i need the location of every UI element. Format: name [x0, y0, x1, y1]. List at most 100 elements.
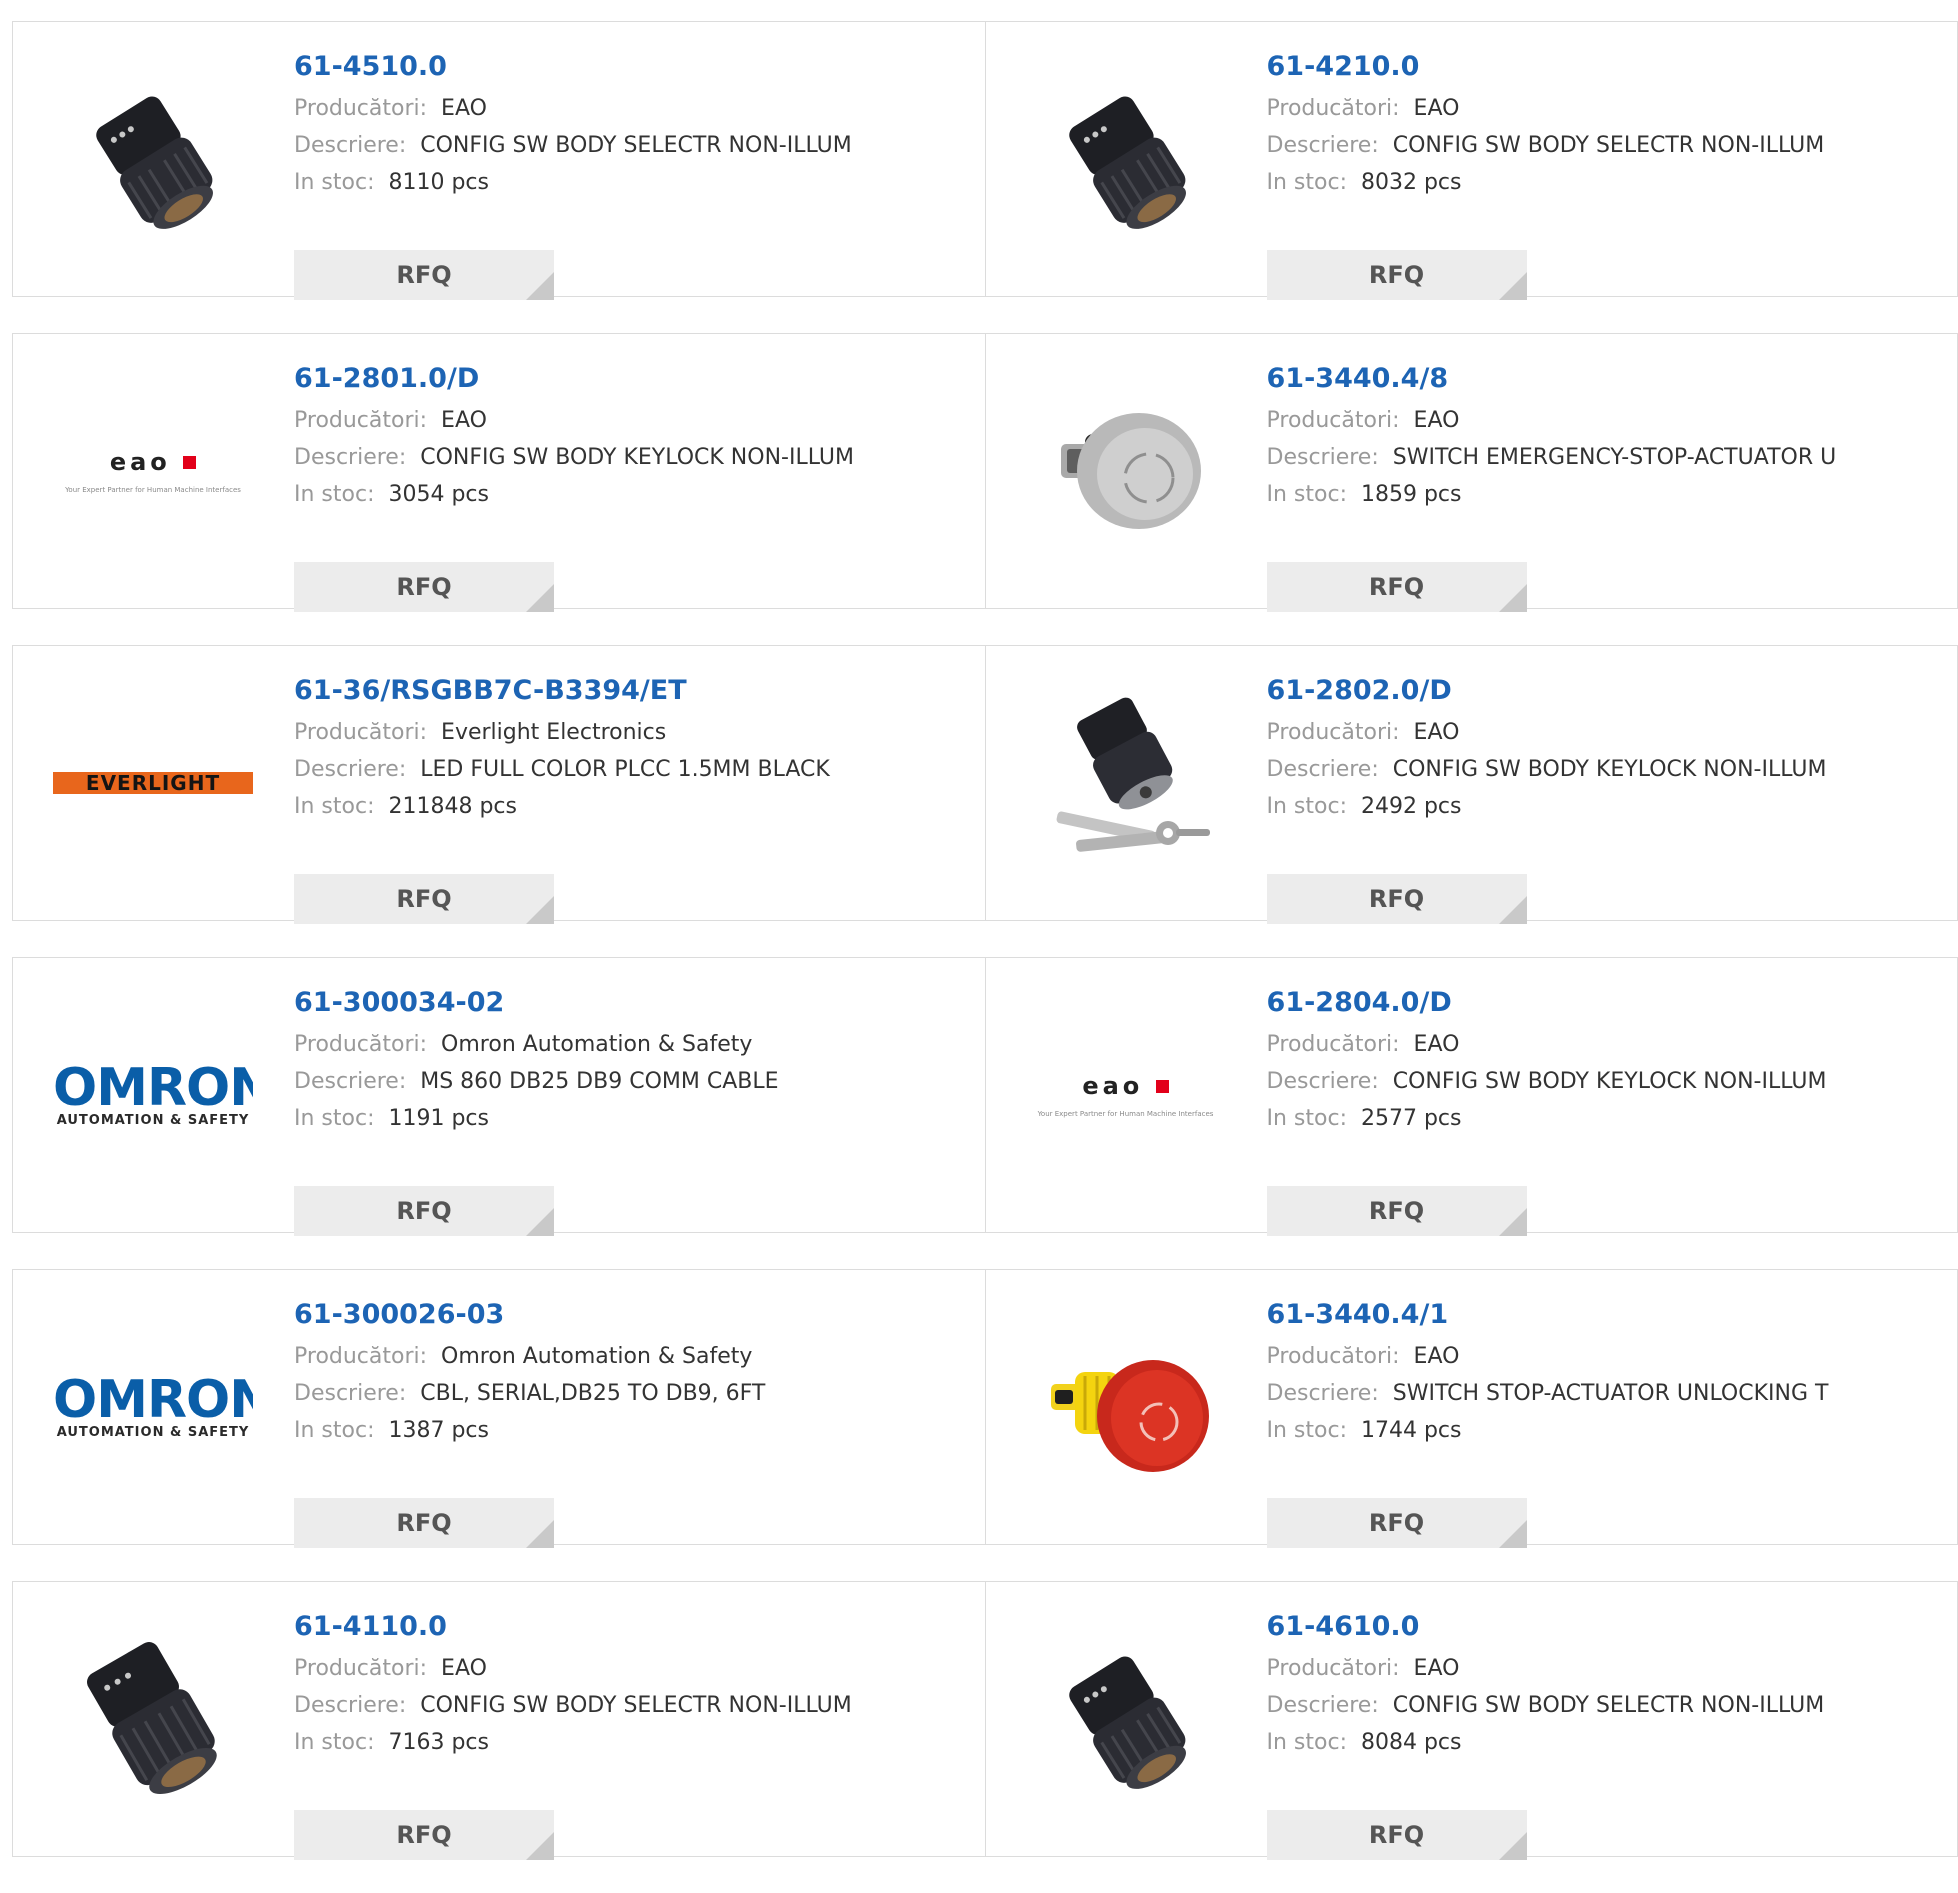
description-label: Descriere:	[294, 757, 406, 782]
description-row: Descriere:CONFIG SW BODY KEYLOCK NON-ILL…	[1267, 751, 1947, 788]
product-image[interactable]: OMRON AUTOMATION & SAFETY	[53, 995, 253, 1195]
product-image[interactable]	[1026, 683, 1226, 883]
product-image[interactable]	[53, 59, 253, 259]
omron-logo-word: OMRON	[53, 1375, 253, 1425]
rfq-corner-decoration	[1499, 272, 1527, 300]
description-value: CONFIG SW BODY SELECTR NON-ILLUM	[420, 133, 851, 158]
product-info: 61-2804.0/D Producători:EAO Descriere:CO…	[1267, 986, 1947, 1137]
description-value: CONFIG SW BODY KEYLOCK NON-ILLUM	[1393, 1069, 1827, 1094]
part-number-link[interactable]: 61-2802.0/D	[1267, 674, 1947, 714]
rfq-button[interactable]: RFQ	[1267, 1810, 1527, 1860]
part-number-link[interactable]: 61-300026-03	[294, 1298, 974, 1338]
omron-logo: OMRON AUTOMATION & SAFETY	[53, 1375, 253, 1440]
rfq-corner-decoration	[526, 1832, 554, 1860]
product-image[interactable]	[1026, 371, 1226, 571]
rfq-button[interactable]: RFQ	[294, 1810, 554, 1860]
product-info: 61-36/RSGBB7C-B3394/ET Producători:Everl…	[294, 674, 974, 825]
product-image[interactable]	[1026, 1307, 1226, 1507]
description-label: Descriere:	[294, 133, 406, 158]
product-info: 61-3440.4/1 Producători:EAO Descriere:SW…	[1267, 1298, 1947, 1449]
description-value: CONFIG SW BODY SELECTR NON-ILLUM	[1393, 133, 1824, 158]
rfq-corner-decoration	[526, 896, 554, 924]
part-number-link[interactable]: 61-36/RSGBB7C-B3394/ET	[294, 674, 974, 714]
product-info: 61-3440.4/8 Producători:EAO Descriere:SW…	[1267, 362, 1947, 513]
rfq-button[interactable]: RFQ	[1267, 1186, 1527, 1236]
stock-row: In stoc:8110 pcs	[294, 164, 974, 201]
part-number-link[interactable]: 61-4210.0	[1267, 50, 1947, 90]
stock-row: In stoc:211848 pcs	[294, 788, 974, 825]
stock-row: In stoc:1387 pcs	[294, 1412, 974, 1449]
rfq-button[interactable]: RFQ	[294, 1498, 554, 1548]
product-image[interactable]: eao Your Expert Partner for Human Machin…	[53, 371, 253, 571]
omron-logo-subtitle: AUTOMATION & SAFETY	[53, 1425, 253, 1440]
stock-row: In stoc:2577 pcs	[1267, 1100, 1947, 1137]
part-number-link[interactable]: 61-3440.4/8	[1267, 362, 1947, 402]
rfq-button[interactable]: RFQ	[1267, 874, 1527, 924]
rfq-corner-decoration	[526, 1520, 554, 1548]
manufacturer-value: EAO	[1414, 1032, 1460, 1057]
rfq-label: RFQ	[1267, 1810, 1527, 1860]
red-stop-actuator-photo	[1041, 1322, 1211, 1492]
rfq-button[interactable]: RFQ	[1267, 1498, 1527, 1548]
part-number-link[interactable]: 61-3440.4/1	[1267, 1298, 1947, 1338]
description-label: Descriere:	[1267, 1693, 1379, 1718]
product-image[interactable]	[1026, 1619, 1226, 1819]
eao-logo-square	[1156, 1080, 1169, 1093]
manufacturer-label: Producători:	[1267, 720, 1400, 745]
stock-label: In stoc:	[294, 1106, 374, 1131]
product-image[interactable]	[53, 1619, 253, 1819]
product-info: 61-300034-02 Producători:Omron Automatio…	[294, 986, 974, 1137]
eao-logo-word: eao	[1082, 1072, 1143, 1100]
description-value: SWITCH EMERGENCY-STOP-ACTUATOR U	[1393, 445, 1836, 470]
rfq-button[interactable]: RFQ	[294, 874, 554, 924]
everlight-logo: EVERLIGHT	[53, 772, 253, 794]
product-image[interactable]: OMRON AUTOMATION & SAFETY	[53, 1307, 253, 1507]
rfq-button[interactable]: RFQ	[294, 562, 554, 612]
product-info: 61-4210.0 Producători:EAO Descriere:CONF…	[1267, 50, 1947, 201]
product-image[interactable]: EVERLIGHT	[53, 683, 253, 883]
part-number-link[interactable]: 61-2804.0/D	[1267, 986, 1947, 1026]
product-image[interactable]	[1026, 59, 1226, 259]
description-value: CONFIG SW BODY KEYLOCK NON-ILLUM	[420, 445, 854, 470]
product-image[interactable]: eao Your Expert Partner for Human Machin…	[1026, 995, 1226, 1195]
rfq-label: RFQ	[1267, 1186, 1527, 1236]
description-value: CONFIG SW BODY SELECTR NON-ILLUM	[420, 1693, 851, 1718]
rfq-label: RFQ	[294, 1186, 554, 1236]
stock-value: 1859 pcs	[1361, 482, 1462, 507]
stock-value: 1387 pcs	[388, 1418, 489, 1443]
part-number-link[interactable]: 61-300034-02	[294, 986, 974, 1026]
rfq-corner-decoration	[1499, 896, 1527, 924]
product-card: 61-4510.0 Producători:EAO Descriere:CONF…	[12, 21, 986, 297]
description-label: Descriere:	[294, 1693, 406, 1718]
rfq-button[interactable]: RFQ	[1267, 562, 1527, 612]
stock-row: In stoc:8084 pcs	[1267, 1724, 1947, 1761]
description-row: Descriere:CONFIG SW BODY KEYLOCK NON-ILL…	[1267, 1063, 1947, 1100]
description-label: Descriere:	[1267, 757, 1379, 782]
part-number-link[interactable]: 61-2801.0/D	[294, 362, 974, 402]
rfq-button[interactable]: RFQ	[294, 1186, 554, 1236]
eao-logo-tagline: Your Expert Partner for Human Machine In…	[1026, 1110, 1226, 1118]
stock-label: In stoc:	[294, 1730, 374, 1755]
part-number-link[interactable]: 61-4610.0	[1267, 1610, 1947, 1650]
rfq-button[interactable]: RFQ	[1267, 250, 1527, 300]
rfq-button[interactable]: RFQ	[294, 250, 554, 300]
part-number-link[interactable]: 61-4110.0	[294, 1610, 974, 1650]
product-card: OMRON AUTOMATION & SAFETY 61-300026-03 P…	[12, 1269, 986, 1545]
manufacturer-row: Producători:EAO	[294, 1650, 974, 1687]
manufacturer-row: Producători:EAO	[1267, 1338, 1947, 1375]
rfq-label: RFQ	[294, 1498, 554, 1548]
manufacturer-value: Everlight Electronics	[441, 720, 666, 745]
product-info: 61-4510.0 Producători:EAO Descriere:CONF…	[294, 50, 974, 201]
stock-value: 211848 pcs	[388, 794, 517, 819]
description-value: MS 860 DB25 DB9 COMM CABLE	[420, 1069, 778, 1094]
manufacturer-value: EAO	[1414, 1344, 1460, 1369]
rfq-corner-decoration	[1499, 1520, 1527, 1548]
product-info: 61-2802.0/D Producători:EAO Descriere:CO…	[1267, 674, 1947, 825]
stock-label: In stoc:	[1267, 1106, 1347, 1131]
product-card: 61-4610.0 Producători:EAO Descriere:CONF…	[985, 1581, 1958, 1857]
product-info: 61-4610.0 Producători:EAO Descriere:CONF…	[1267, 1610, 1947, 1761]
part-number-link[interactable]: 61-4510.0	[294, 50, 974, 90]
product-row: 61-4110.0 Producători:EAO Descriere: CONF…	[12, 1581, 1958, 1857]
rfq-corner-decoration	[526, 584, 554, 612]
manufacturer-value: EAO	[1414, 1656, 1460, 1681]
